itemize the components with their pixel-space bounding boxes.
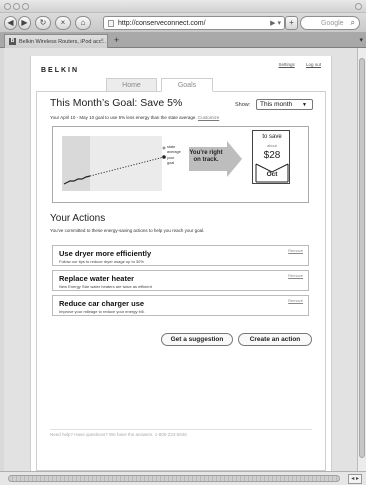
tab-close-icon[interactable]: ×	[100, 38, 104, 44]
rss-icon[interactable]: ▶ ▾	[270, 19, 281, 27]
browser-tab[interactable]: B Belkin Wireless Routers, iPod acc... ×	[4, 34, 108, 48]
vertical-scrollbar[interactable]	[357, 48, 366, 471]
on-track-status: You’re right on track.	[189, 150, 223, 163]
remove-action-link[interactable]: Remove	[288, 298, 303, 303]
action-description: Improve your mileage to reduce your ener…	[59, 309, 145, 314]
action-description: New Energy Star water heaters are twice …	[59, 284, 152, 289]
goal-description: Your April 10 - May 10 goal to use 5% le…	[50, 115, 197, 120]
action-item: Replace water heater New Energy Star wat…	[52, 270, 309, 291]
period-select-value: This month	[260, 101, 293, 108]
usage-trend-chart	[63, 146, 166, 185]
savings-amount: $28	[263, 150, 281, 161]
home-button[interactable]: ⌂	[75, 16, 91, 30]
action-title: Use dryer more efficiently	[59, 249, 152, 258]
goal-title: This Month’s Goal: Save 5%	[50, 97, 183, 109]
projected-usage-line	[89, 156, 165, 177]
customize-link[interactable]: Customize	[198, 115, 219, 120]
remove-action-link[interactable]: Remove	[288, 248, 303, 253]
scroll-arrows-icon[interactable]: ◂ ▸	[348, 474, 362, 484]
action-title: Replace water heater	[59, 274, 135, 283]
home-icon: ⌂	[80, 18, 86, 27]
reload-icon: ↻	[39, 18, 47, 27]
get-suggestion-button[interactable]: Get a suggestion	[161, 333, 233, 346]
minimize-window-button[interactable]	[13, 3, 20, 10]
search-placeholder: Google	[321, 19, 344, 27]
action-description: Follow our tips to reduce dryer usage up…	[59, 259, 144, 264]
search-icon[interactable]: ⌕	[351, 18, 355, 28]
window-titlebar	[0, 0, 366, 13]
actual-usage-line	[63, 175, 91, 185]
show-label: Show:	[235, 102, 251, 108]
plus-icon: +	[289, 18, 294, 27]
goals-content: This Month’s Goal: Save 5% Show: This mo…	[30, 56, 332, 476]
goal-subtitle: Your April 10 - May 10 goal to use 5% le…	[50, 115, 219, 120]
state-average-marker	[162, 146, 166, 150]
savings-title: to save	[262, 134, 282, 140]
action-title: Reduce car charger use	[59, 299, 145, 308]
remove-action-link[interactable]: Remove	[288, 273, 303, 278]
reload-button[interactable]: ↻	[35, 16, 51, 30]
your-goal-marker	[162, 155, 166, 159]
bookmark-button[interactable]: +	[285, 16, 298, 30]
savings-about: about	[267, 144, 277, 148]
tab-goals[interactable]: Goals	[161, 78, 213, 92]
tab-overflow-icon[interactable]: ▾	[359, 36, 363, 44]
zoom-window-button[interactable]	[22, 3, 29, 10]
address-bar[interactable]: http://conserveconnect.com/ ▶ ▾	[103, 16, 285, 30]
action-item: Use dryer more efficiently Follow our ti…	[52, 245, 309, 266]
horizontal-scrollbar[interactable]: ◂ ▸	[0, 471, 366, 485]
footer-divider	[50, 429, 312, 430]
back-button[interactable]: ◀	[4, 16, 17, 30]
footer-help-text: Need help? Have questions? We have the a…	[50, 432, 187, 437]
savings-month: Oct	[266, 171, 278, 178]
search-input[interactable]: Google ⌕	[300, 16, 360, 30]
forward-button[interactable]: ▶	[18, 16, 31, 30]
vertical-scroll-thumb[interactable]	[359, 58, 365, 458]
browser-toolbar: ◀ ▶ ↻ × ⌂ http://conserveconnect.com/ ▶ …	[0, 13, 366, 33]
stop-button[interactable]: ×	[55, 16, 71, 30]
create-action-button[interactable]: Create an action	[238, 333, 312, 346]
actions-title: Your Actions	[50, 213, 106, 224]
close-icon: ×	[60, 18, 66, 27]
savings-card: to save about $28 Oct	[252, 130, 290, 184]
new-tab-button[interactable]: +	[114, 36, 119, 45]
tab-bar: B Belkin Wireless Routers, iPod acc... ×…	[0, 33, 366, 48]
actions-subtitle: You’ve committed to these energy-saving …	[50, 228, 205, 233]
favicon-icon: B	[9, 38, 16, 45]
close-window-button[interactable]	[4, 3, 11, 10]
period-select[interactable]: This month ▼	[256, 99, 313, 110]
page-icon	[108, 20, 114, 27]
action-item: Reduce car charger use Improve your mile…	[52, 295, 309, 316]
back-arrow-icon: ◀	[7, 18, 14, 27]
forward-arrow-icon: ▶	[21, 18, 28, 27]
chevron-down-icon: ▼	[302, 102, 307, 108]
horizontal-scroll-thumb[interactable]	[8, 475, 340, 482]
tab-title: Belkin Wireless Routers, iPod acc...	[19, 38, 107, 45]
toolbar-toggle-button[interactable]	[355, 3, 362, 10]
url-text: http://conserveconnect.com/	[118, 19, 206, 27]
